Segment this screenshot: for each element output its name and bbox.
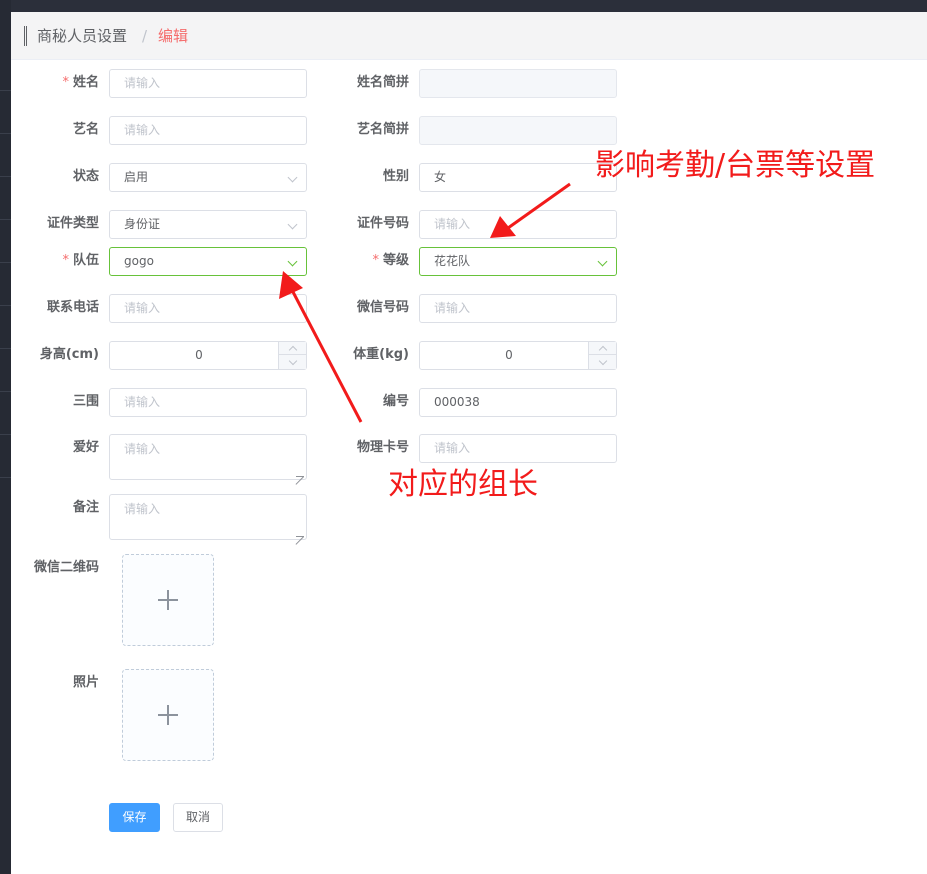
resize-handle-icon[interactable] [296, 529, 304, 537]
stage-name-input[interactable]: 请输入 [109, 116, 307, 145]
name-pinyin-label: 姓名简拼 [356, 75, 409, 90]
remark-label: 备注 [72, 500, 99, 515]
code-label: 编号 [382, 394, 409, 409]
id-number-label: 证件号码 [356, 216, 409, 231]
hobby-label: 爱好 [72, 440, 99, 455]
decrease-button[interactable] [589, 356, 617, 369]
status-label: 状态 [72, 169, 99, 184]
name-label: * 姓名 [62, 75, 99, 90]
team-select[interactable]: gogo [109, 247, 307, 276]
chevron-down-icon [287, 172, 298, 183]
chevron-up-icon [598, 345, 608, 355]
decrease-button[interactable] [279, 356, 307, 369]
save-button[interactable]: 保存 [109, 803, 160, 832]
measurements-input[interactable]: 请输入 [109, 388, 307, 417]
photo-label: 照片 [72, 675, 99, 690]
resize-handle-icon[interactable] [296, 469, 304, 477]
card-no-input[interactable]: 请输入 [419, 434, 617, 463]
photo-upload[interactable] [122, 669, 214, 761]
breadcrumb-current: 编辑 [158, 27, 189, 45]
id-type-label: 证件类型 [46, 216, 99, 231]
name-pinyin-input [419, 69, 617, 98]
chevron-down-icon [598, 356, 608, 366]
name-input[interactable]: 请输入 [109, 69, 307, 98]
level-annotation: 影响考勤/台票等设置 [595, 148, 876, 183]
phone-label: 联系电话 [46, 300, 99, 315]
level-select[interactable]: 花花队 [419, 247, 617, 276]
code-input[interactable]: 000038 [419, 388, 617, 417]
stage-name-pinyin-input [419, 116, 617, 145]
wechat-input[interactable]: 请输入 [419, 294, 617, 323]
stage-name-label: 艺名 [72, 122, 99, 137]
measurements-label: 三围 [72, 394, 99, 409]
remark-textarea[interactable]: 请输入 [109, 494, 307, 540]
level-label: * 等级 [372, 253, 409, 268]
id-type-select[interactable]: 身份证 [109, 210, 307, 239]
height-label: 身高(cm) [39, 347, 99, 362]
breadcrumb: 商秘人员设置 / 编辑 [11, 12, 927, 60]
increase-button[interactable] [279, 342, 307, 355]
chevron-down-icon [287, 219, 298, 230]
gender-label: 性别 [382, 169, 409, 184]
weight-stepper[interactable]: 0 [419, 341, 617, 370]
stage-name-pinyin-label: 艺名简拼 [356, 122, 409, 137]
wechat-qr-label: 微信二维码 [33, 560, 99, 575]
card-no-label: 物理卡号 [356, 440, 409, 455]
wechat-label: 微信号码 [356, 300, 409, 315]
hobby-textarea[interactable]: 请输入 [109, 434, 307, 480]
edit-form-card: 商秘人员设置 / 编辑 * 姓名 请输入 姓名简拼 艺名 请输入 艺名简拼 状态 … [11, 12, 927, 874]
height-stepper[interactable]: 0 [109, 341, 307, 370]
phone-input[interactable]: 请输入 [109, 294, 307, 323]
chevron-up-icon [288, 345, 298, 355]
status-select[interactable]: 启用 [109, 163, 307, 192]
team-label: * 队伍 [62, 253, 99, 268]
gender-select[interactable]: 女 [419, 163, 617, 192]
wechat-qr-upload[interactable] [122, 554, 214, 646]
chevron-down-icon [287, 256, 298, 267]
chevron-down-icon [288, 356, 298, 366]
breadcrumb-separator: / [142, 27, 148, 45]
id-number-input[interactable]: 请输入 [419, 210, 617, 239]
cancel-button[interactable]: 取消 [173, 803, 223, 832]
weight-label: 体重(kg) [353, 347, 409, 362]
plus-icon [158, 590, 178, 610]
breadcrumb-parent-link[interactable]: 商秘人员设置 [37, 26, 127, 46]
team-annotation: 对应的组长 [388, 467, 538, 502]
breadcrumb-bar-icon [24, 26, 27, 46]
increase-button[interactable] [589, 342, 617, 355]
chevron-down-icon [597, 256, 608, 267]
plus-icon [158, 705, 178, 725]
